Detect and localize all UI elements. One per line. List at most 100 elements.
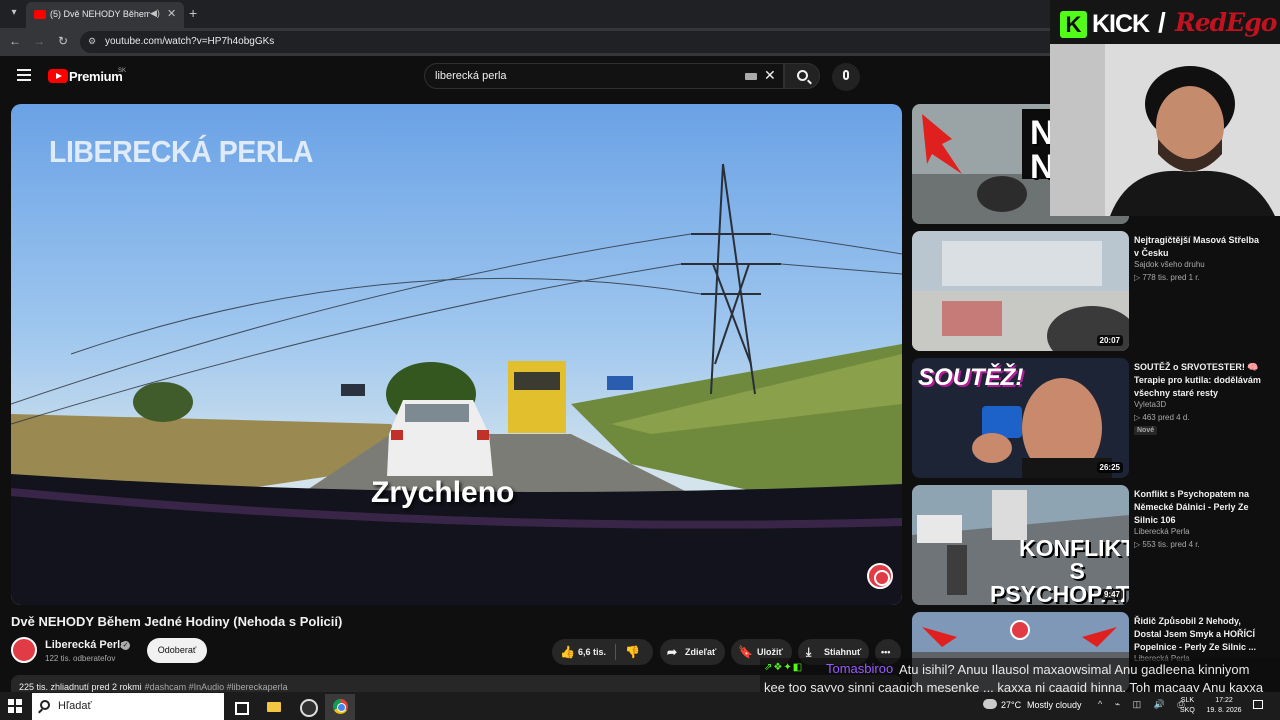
task-view-icon[interactable] <box>226 694 256 720</box>
site-info-icon[interactable]: ⚙ <box>88 36 96 47</box>
view-count-and-date: 225 tis. zhliadnutí pred 2 rokmi <box>19 682 142 692</box>
forward-arrow-icon[interactable]: → <box>33 34 45 48</box>
search-icon <box>797 70 808 81</box>
verified-icon: ✓ <box>121 641 130 650</box>
youtube-header: Premium SK liberecká perla ✕ <box>0 56 1050 100</box>
search-query[interactable]: liberecká perla <box>435 70 507 82</box>
chrome-icon[interactable] <box>325 694 355 720</box>
reload-icon[interactable]: ↻ <box>58 34 68 48</box>
keyboard-icon[interactable] <box>745 73 757 80</box>
recommended-channel-name[interactable]: Vyleta3D <box>1134 400 1166 409</box>
recommended-video-meta: ▷ 463 pred 4 d. <box>1134 413 1190 422</box>
url-text[interactable]: youtube.com/watch?v=HP7h4obgGKs <box>105 36 274 47</box>
webcam-feed <box>1050 44 1280 216</box>
subscriber-count: 122 tis. odberateľov <box>45 654 116 663</box>
close-icon[interactable]: ✕ <box>167 7 176 20</box>
channel-name[interactable]: Liberecká Perla <box>45 639 126 651</box>
recommended-video-meta: ▷ 778 tis. pred 1 r. <box>1134 273 1200 282</box>
system-tray-icons[interactable]: ^ ⌁ ◫ 🔊 ⎙ <box>1098 699 1190 710</box>
more-icon: ••• <box>881 647 891 657</box>
browser-tab[interactable]: (5) Dvě NEHODY Během Jed ◀) ✕ <box>26 2 184 28</box>
clock[interactable]: 17:22 19. 8. 2026 <box>1200 696 1248 716</box>
streamer-name: RedEgo <box>1175 8 1277 37</box>
recommended-video-title[interactable]: Konflikt s Psychopatem na Německé Dálnic… <box>1134 488 1264 527</box>
file-explorer-icon[interactable] <box>259 694 289 720</box>
search-input[interactable]: liberecká perla ✕ <box>424 63 784 89</box>
obs-icon[interactable] <box>292 694 322 720</box>
video-caption: Zrychleno <box>371 476 515 509</box>
search-icon <box>40 700 50 710</box>
bookmark-icon: 🔖 <box>738 645 753 659</box>
keyboard-language[interactable]: SLK SKQ <box>1180 696 1195 716</box>
youtube-premium-label[interactable]: Premium <box>69 69 123 84</box>
recommended-video-title[interactable]: Nejtragičtější Masová Střelba v Česku <box>1134 234 1264 260</box>
new-tab-icon[interactable]: + <box>189 5 197 21</box>
youtube-logo-icon[interactable] <box>48 69 68 83</box>
video-thumbnail[interactable]: SOUTĚŽ! 26:25 <box>912 358 1129 478</box>
thumbs-up-icon[interactable]: 👍 <box>560 645 575 659</box>
share-label: Zdieľať <box>685 647 717 657</box>
share-button[interactable]: ➦ Zdieľať <box>660 639 725 665</box>
channel-avatar[interactable] <box>11 637 37 663</box>
youtube-favicon-icon <box>34 10 46 19</box>
clock-time: 17:22 <box>1215 697 1233 704</box>
video-duration: 20:07 <box>1096 335 1123 346</box>
weather-temperature[interactable]: 27°C <box>1001 700 1021 710</box>
share-icon: ➦ <box>667 645 678 659</box>
download-label: Stiahnuť <box>824 647 862 657</box>
recommended-video[interactable]: SOUTĚŽ! 26:25 SOUTĚŽ o SRVOTESTER! 🧠 Ter… <box>912 358 1272 478</box>
microphone-icon <box>843 70 849 80</box>
save-label: Uložiť <box>757 647 783 657</box>
like-dislike-group: 👍 6,6 tis. 👎 <box>552 639 653 665</box>
thumbs-down-icon[interactable]: 👎 <box>625 645 640 659</box>
channel-watermark: LIBERECKÁ PERLA <box>49 134 314 169</box>
thumbnail-text: SOUTĚŽ! <box>918 364 1024 391</box>
overlay-slash: / <box>1158 7 1166 38</box>
divider <box>615 644 616 660</box>
clear-search-icon[interactable]: ✕ <box>764 67 776 84</box>
language-code: SLK <box>1180 697 1195 704</box>
notification-icon[interactable] <box>1253 700 1263 709</box>
country-code: SK <box>118 68 127 74</box>
windows-taskbar: Hľadať 27°C Mostly cloudy ^ ⌁ ◫ 🔊 ⎙ SLK … <box>0 692 1280 720</box>
recommended-video[interactable]: KONFLIKT S PSYCHOPATEM 9:47 Konflikt s P… <box>912 485 1272 605</box>
new-badge: Nové <box>1134 426 1158 435</box>
keyboard-layout: SKQ <box>1180 707 1195 714</box>
windows-start-icon[interactable] <box>8 699 22 713</box>
streamer-webcam-overlay: K KICK / RedEgo <box>1050 0 1280 216</box>
video-duration: 9:47 <box>1100 589 1123 600</box>
recommended-video[interactable]: 20:07 Nejtragičtější Masová Střelba v Če… <box>912 231 1272 351</box>
recommended-video-title[interactable]: Řidič Způsobil 2 Nehody, Dostal Jsem Smy… <box>1134 615 1264 654</box>
recommended-video-title[interactable]: SOUTĚŽ o SRVOTESTER! 🧠 Terapie pro kutil… <box>1134 361 1264 400</box>
taskbar-search-placeholder: Hľadať <box>58 700 92 712</box>
like-count[interactable]: 6,6 tis. <box>578 647 606 657</box>
recommended-video-meta: ▷ 553 tis. pred 4 r. <box>1134 540 1200 549</box>
tab-list-icon[interactable]: ▾ <box>6 5 22 21</box>
video-title: Dvě NEHODY Během Jedné Hodiny (Nehoda s … <box>11 614 343 629</box>
channel-branding-icon[interactable] <box>867 563 893 589</box>
kick-wordmark: KICK <box>1092 10 1150 38</box>
recommended-channel-name[interactable]: Sajdok všeho druhu <box>1134 260 1205 269</box>
back-arrow-icon[interactable]: ← <box>9 34 21 48</box>
video-thumbnail[interactable]: KONFLIKT S PSYCHOPATEM 9:47 <box>912 485 1129 605</box>
description-text: 225 tis. zhliadnutí pred 2 rokmi #dashcam… <box>19 682 288 692</box>
video-thumbnail[interactable]: 20:07 <box>912 231 1129 351</box>
weather-description[interactable]: Mostly cloudy <box>1027 700 1082 710</box>
speaker-icon[interactable]: ◀) <box>150 8 160 19</box>
voice-search-button[interactable] <box>832 63 860 91</box>
hashtags[interactable]: #dashcam #InAudio #libereckaperla <box>145 682 288 692</box>
cloud-icon[interactable] <box>983 699 997 709</box>
video-player[interactable]: LIBERECKÁ PERLA Zrychleno <box>11 104 902 605</box>
subscribe-button[interactable]: Odoberať <box>147 638 207 663</box>
tab-title: (5) Dvě NEHODY Během Jed <box>50 9 150 19</box>
search-button[interactable] <box>784 63 820 89</box>
kick-logo-icon: K <box>1060 11 1087 38</box>
thumbnail-image <box>912 231 1129 351</box>
video-duration: 26:25 <box>1096 462 1123 473</box>
taskbar-search-box[interactable]: Hľadať <box>32 693 224 720</box>
hamburger-menu-icon[interactable] <box>17 69 31 81</box>
recommended-channel-name[interactable]: Liberecká Perla <box>1134 527 1190 536</box>
address-bar[interactable]: ⚙ youtube.com/watch?v=HP7h4obgGKs <box>80 31 1060 53</box>
clock-date: 19. 8. 2026 <box>1206 707 1242 714</box>
video-frame <box>11 104 902 605</box>
